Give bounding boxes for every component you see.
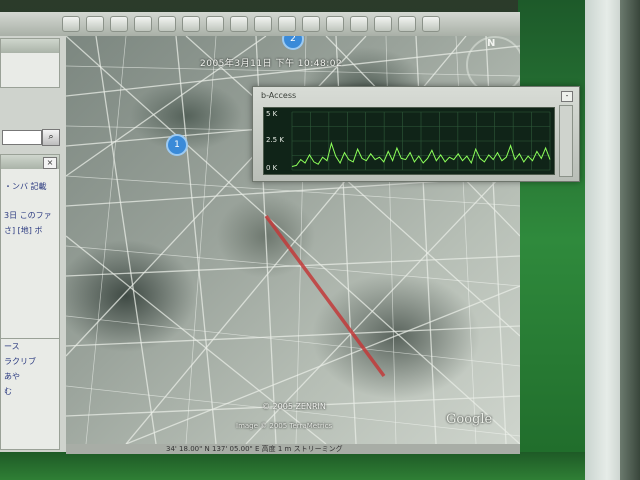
- close-button[interactable]: ×: [43, 157, 57, 169]
- panel-title-bar: [1, 39, 59, 53]
- toolbar-button[interactable]: [302, 16, 320, 32]
- bandwidth-graph-window[interactable]: b-Access - 5 K 2.5 K 0 K: [252, 86, 580, 182]
- toolbar-button[interactable]: [278, 16, 296, 32]
- list-item[interactable]: あや: [1, 369, 59, 384]
- search-button[interactable]: ⌕: [42, 129, 60, 146]
- sidebar-panel-layers: ース ラクリブ あや む: [0, 338, 60, 450]
- desktop-background: [518, 0, 588, 480]
- toolbar-button[interactable]: [350, 16, 368, 32]
- toolbar-button[interactable]: [230, 16, 248, 32]
- toolbar-button[interactable]: [86, 16, 104, 32]
- status-bar: 34' 18.00" N 137' 05.00" E 高度 1 m ストリーミン…: [66, 444, 520, 454]
- scrollbar[interactable]: [559, 105, 573, 177]
- list-item[interactable]: ラクリブ: [1, 354, 59, 369]
- search-icon: ⌕: [48, 132, 54, 142]
- sidebar-panel-places: × ・ンバ 記載 3日 このファ さ] [地] ボ: [0, 154, 60, 346]
- toolbar-button[interactable]: [134, 16, 152, 32]
- list-item[interactable]: さ] [地] ボ: [1, 223, 59, 238]
- minimize-button[interactable]: -: [561, 91, 573, 102]
- y-tick-label: 5 K: [266, 110, 278, 118]
- graph-svg: [291, 111, 551, 171]
- toolbar-button[interactable]: [182, 16, 200, 32]
- window-title: b-Access: [261, 91, 297, 100]
- desktop-background-bottom: [0, 452, 588, 480]
- map-toolbar: [0, 12, 520, 36]
- monitor-bezel-edge: [620, 0, 640, 480]
- toolbar-button[interactable]: [374, 16, 392, 32]
- list-item[interactable]: ース: [1, 339, 59, 354]
- map-copyright: © 2005 ZENRIN: [262, 402, 326, 411]
- list-item[interactable]: む: [1, 384, 59, 399]
- toolbar-button[interactable]: [326, 16, 344, 32]
- toolbar-button[interactable]: [422, 16, 440, 32]
- list-item[interactable]: ・ンバ 記載: [1, 179, 59, 194]
- toolbar-button[interactable]: [206, 16, 224, 32]
- graph-plot-area: 5 K 2.5 K 0 K: [263, 107, 555, 175]
- map-image-credit: Image © 2005 TerraMetrics: [236, 422, 333, 430]
- y-tick-label: 0 K: [266, 164, 278, 172]
- toolbar-button[interactable]: [158, 16, 176, 32]
- sidebar: ⌕ × ・ンバ 記載 3日 このファ さ] [地] ボ ース ラクリブ あや む: [0, 36, 66, 452]
- map-timestamp: 2005年3月11日 下午 10:48:02: [200, 59, 343, 69]
- compass-north-label: N: [487, 38, 496, 49]
- toolbar-button[interactable]: [62, 16, 80, 32]
- google-logo: Google: [446, 412, 493, 427]
- map-pin[interactable]: 1: [166, 134, 188, 156]
- toolbar-button[interactable]: [398, 16, 416, 32]
- list-item[interactable]: 3日 このファ: [1, 208, 59, 223]
- toolbar-button[interactable]: [110, 16, 128, 32]
- toolbar-button[interactable]: [254, 16, 272, 32]
- y-tick-label: 2.5 K: [266, 136, 284, 144]
- sidebar-panel-top: [0, 38, 60, 88]
- search-input[interactable]: [2, 130, 42, 145]
